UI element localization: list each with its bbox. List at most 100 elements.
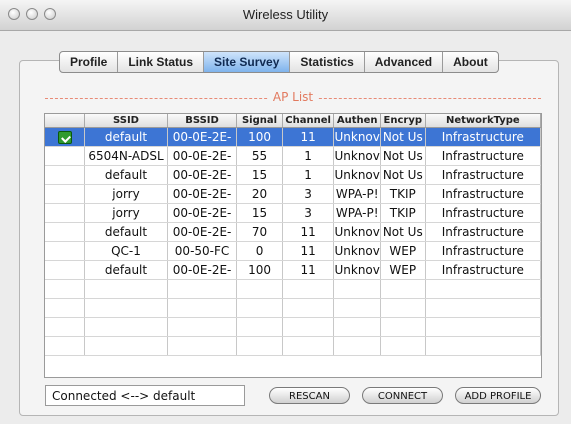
cell-signal: 100	[236, 127, 283, 147]
empty-cell	[282, 336, 335, 356]
cell-text: 00-0E-2E-	[172, 149, 232, 163]
cell-text: Unknov	[334, 130, 380, 144]
cell-ssid: default	[84, 222, 168, 242]
empty-cell	[425, 336, 541, 356]
empty-row	[45, 336, 541, 356]
connection-status-field: Connected <--> default	[45, 385, 245, 406]
cell-text: 00-0E-2E-	[172, 206, 232, 220]
cell-network-type: Infrastructure	[425, 260, 541, 280]
cell-signal: 100	[236, 260, 283, 280]
cell-ssid: default	[84, 127, 168, 147]
rescan-button[interactable]: RESCAN	[269, 387, 350, 404]
cell-authen: Unknov	[333, 260, 381, 280]
cell-network-type: Infrastructure	[425, 184, 541, 204]
cell-text: Unknov	[334, 244, 380, 258]
column-header-network-type[interactable]: NetworkType	[425, 114, 541, 128]
cell-text: 11	[300, 263, 316, 277]
cell-text: 00-0E-2E-	[172, 187, 232, 201]
column-header-channel[interactable]: Channel	[282, 114, 335, 128]
cell-text: default	[104, 225, 148, 239]
cell-text: WEP	[389, 244, 417, 258]
table-row[interactable]: jorry 00-0E-2E- 20 3 WPA-P! TKIP Infrastructur…	[45, 184, 541, 204]
ap-list-heading: AP List	[45, 90, 541, 104]
cell-text: 3	[304, 206, 312, 220]
table-row[interactable]: default 00-0E-2E- 100 11 Unknov WEP Infrastruc…	[45, 260, 541, 280]
empty-row	[45, 279, 541, 299]
column-header-authen[interactable]: Authen	[333, 114, 381, 128]
table-row[interactable]: 6504N-ADSL 00-0E-2E- 55 1 Unknov Not Us Infras…	[45, 146, 541, 166]
table-row[interactable]: default 00-0E-2E- 100 11 Unknov Not Us Infrast…	[45, 127, 541, 147]
empty-cell	[167, 279, 238, 299]
cell-channel: 11	[282, 260, 335, 280]
empty-cell	[425, 298, 541, 318]
cell-text: 3	[304, 187, 312, 201]
empty-row	[45, 317, 541, 337]
tab-about[interactable]: About	[443, 52, 498, 72]
row-status-cell	[45, 165, 86, 185]
cell-ssid: 6504N-ADSL	[84, 146, 168, 166]
column-header-signal[interactable]: Signal	[236, 114, 283, 128]
cell-text: 11	[300, 130, 316, 144]
cell-text: 15	[251, 206, 268, 220]
tab-profile[interactable]: Profile	[60, 52, 119, 72]
cell-text: 00-0E-2E-	[172, 130, 232, 144]
connect-button[interactable]: CONNECT	[362, 387, 443, 404]
tab-statistics[interactable]: Statistics	[290, 52, 365, 72]
cell-text: 100	[248, 130, 271, 144]
cell-text: Infrastructure	[441, 149, 524, 163]
empty-cell	[380, 317, 426, 337]
table-row[interactable]: QC-1 00-50-FC 0 11 Unknov WEP Infrastructure	[45, 241, 541, 261]
row-status-cell	[45, 203, 86, 223]
tab-link-status[interactable]: Link Status	[118, 52, 205, 72]
table-row[interactable]: default 00-0E-2E- 70 11 Unknov Not Us Infrastr…	[45, 222, 541, 242]
tab-site-survey[interactable]: Site Survey	[204, 52, 291, 72]
column-header-encryp[interactable]: Encryp	[380, 114, 426, 128]
tab-bar: Profile Link Status Site Survey Statisti…	[59, 51, 499, 73]
tab-advanced[interactable]: Advanced	[365, 52, 444, 72]
column-header-icon[interactable]	[45, 114, 86, 128]
cell-ssid: jorry	[84, 203, 168, 223]
cell-text: WPA-P!	[335, 206, 379, 220]
empty-cell	[380, 336, 426, 356]
cell-channel: 11	[282, 241, 335, 261]
empty-cell	[167, 336, 238, 356]
cell-encryp: Not Us	[380, 165, 426, 185]
add-profile-button[interactable]: ADD PROFILE	[455, 387, 541, 404]
column-header-bssid[interactable]: BSSID	[167, 114, 238, 128]
empty-cell	[45, 317, 86, 337]
cell-network-type: Infrastructure	[425, 127, 541, 147]
cell-bssid: 00-0E-2E-	[167, 184, 238, 204]
cell-encryp: WEP	[380, 260, 426, 280]
empty-cell	[167, 317, 238, 337]
cell-encryp: TKIP	[380, 203, 426, 223]
row-status-cell	[45, 222, 86, 242]
empty-cell	[236, 317, 283, 337]
connected-signal-icon	[57, 131, 72, 144]
cell-text: 1	[304, 168, 312, 182]
empty-cell	[84, 317, 168, 337]
table-row[interactable]: default 00-0E-2E- 15 1 Unknov Not Us Infrastru…	[45, 165, 541, 185]
cell-bssid: 00-0E-2E-	[167, 203, 238, 223]
cell-signal: 20	[236, 184, 283, 204]
cell-bssid: 00-0E-2E-	[167, 146, 238, 166]
empty-row	[45, 298, 541, 318]
row-status-cell	[45, 127, 86, 147]
empty-cell	[236, 336, 283, 356]
cell-text: Unknov	[334, 225, 380, 239]
cell-text: jorry	[112, 187, 140, 201]
column-header-ssid[interactable]: SSID	[84, 114, 168, 128]
empty-cell	[282, 298, 335, 318]
table-row[interactable]: jorry 00-0E-2E- 15 3 WPA-P! TKIP Infrastructur…	[45, 203, 541, 223]
empty-cell	[282, 317, 335, 337]
cell-text: 00-50-FC	[174, 244, 230, 258]
cell-text: 00-0E-2E-	[172, 225, 232, 239]
ap-list-table[interactable]: SSID BSSID Signal Channel Authen Encryp …	[44, 113, 542, 378]
empty-cell	[425, 279, 541, 299]
empty-cell	[333, 279, 381, 299]
cell-text: Infrastructure	[441, 244, 524, 258]
row-status-cell	[45, 146, 86, 166]
cell-network-type: Infrastructure	[425, 222, 541, 242]
cell-text: Not Us	[382, 130, 423, 144]
cell-network-type: Infrastructure	[425, 165, 541, 185]
cell-authen: Unknov	[333, 127, 381, 147]
